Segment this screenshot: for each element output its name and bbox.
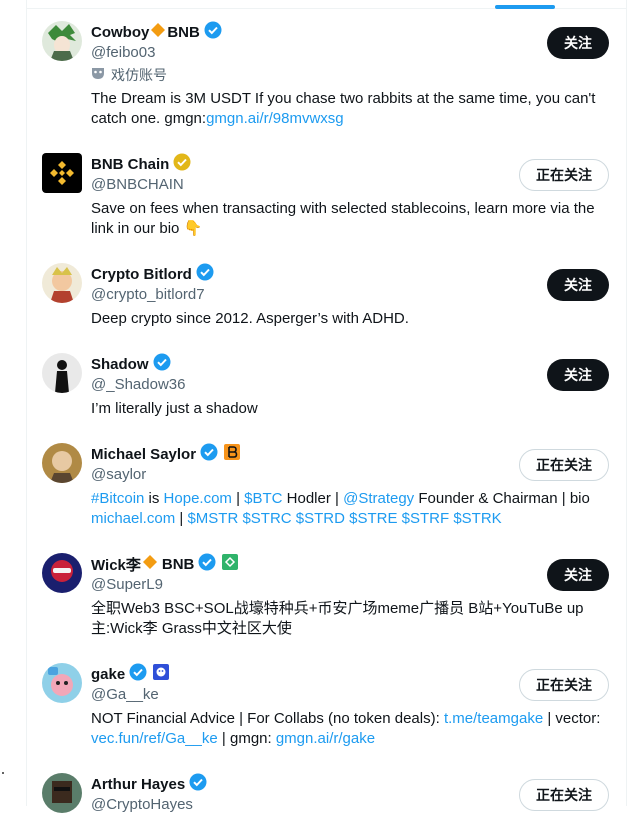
bio-mention-link[interactable]: @Strategy [343, 490, 414, 507]
user-bio: The Dream is 3M USDT If you chase two ra… [91, 89, 616, 129]
avatar[interactable] [42, 773, 82, 813]
following-button[interactable]: 正在关注 [519, 779, 609, 811]
list-item[interactable]: Arthur Hayes @CryptoHayes 正在关注 [27, 761, 626, 821]
column-border-right [626, 0, 627, 806]
user-bio: 全职Web3 BSC+SOL战壕特种兵+币安广场meme广播员 B站+YouTu… [91, 600, 584, 637]
bio-cashtag-links[interactable]: $MSTR $STRC $STRD $STRE $STRF $STRK [187, 510, 501, 527]
bio-text: | vector: [543, 710, 601, 727]
bio-text: | gmgn: [217, 730, 276, 747]
user-handle[interactable]: @crypto_bitlord7 [91, 285, 616, 305]
affiliate-logo-icon [153, 664, 170, 684]
list-item[interactable]: Cowboy BNB @feibo03 戏仿账号 The Dream is 3M… [27, 9, 626, 141]
verified-badge-icon [196, 263, 214, 285]
follow-button[interactable]: 关注 [547, 559, 609, 591]
user-bio: #Bitcoin is Hope.com | $BTC Hodler | @St… [91, 489, 616, 529]
avatar[interactable] [42, 153, 82, 193]
follow-button[interactable]: 关注 [547, 359, 609, 391]
bio-link[interactable]: gmgn.ai/r/98mvwxsg [206, 110, 344, 127]
bio-link[interactable]: vec.fun/ref/Ga__ke [91, 730, 218, 747]
bio-link[interactable]: t.me/teamgake [444, 710, 543, 727]
verified-badge-icon [129, 663, 147, 685]
display-name[interactable]: BNB Chain [91, 156, 169, 173]
bio-text: NOT Financial Advice | For Collabs (no t… [91, 710, 444, 727]
verified-badge-icon [153, 353, 171, 375]
list-item[interactable]: BNB Chain @BNBCHAIN Save on fees when tr… [27, 141, 626, 251]
bio-text: | [175, 510, 188, 527]
display-name[interactable]: gake [91, 666, 125, 683]
bio-text: Founder & Chairman | bio [414, 490, 590, 507]
bio-link[interactable]: michael.com [91, 510, 175, 527]
following-button[interactable]: 正在关注 [519, 159, 609, 191]
verified-badge-icon [200, 443, 218, 465]
avatar[interactable] [42, 663, 82, 703]
list-item[interactable]: Michael Saylor @saylor #Bitcoin is Hope.… [27, 431, 626, 541]
follow-button[interactable]: 关注 [547, 27, 609, 59]
display-name[interactable]: Michael Saylor [91, 446, 196, 463]
avatar[interactable] [42, 263, 82, 303]
avatar[interactable] [42, 443, 82, 483]
verified-badge-icon [204, 21, 222, 43]
mask-icon [91, 65, 105, 85]
display-name[interactable]: Wick李 [91, 554, 141, 575]
bio-link[interactable]: Hope.com [164, 490, 232, 507]
display-name-suffix[interactable]: BNB [167, 24, 200, 41]
follow-button[interactable]: 关注 [547, 269, 609, 301]
user-handle[interactable]: @_Shadow36 [91, 375, 616, 395]
parody-label: 戏仿账号 [111, 67, 167, 83]
display-name-suffix[interactable]: BNB [162, 556, 195, 573]
user-bio: I’m literally just a shadow [91, 400, 258, 417]
display-name[interactable]: Crypto Bitlord [91, 266, 192, 283]
bio-link[interactable]: gmgn.ai/r/gake [276, 730, 375, 747]
avatar[interactable] [42, 353, 82, 393]
bio-text: Hodler | [282, 490, 344, 507]
verified-badge-icon [189, 773, 207, 795]
user-bio: Deep crypto since 2012. Asperger’s with … [91, 310, 409, 327]
list-item[interactable]: Wick李 BNB @SuperL9 全职Web3 BSC+SOL战壕特种兵+币… [27, 541, 626, 651]
bio-text: is [144, 490, 164, 507]
display-name[interactable]: Arthur Hayes [91, 776, 185, 793]
user-bio: Save on fees when transacting with selec… [91, 200, 595, 237]
bnb-diamond-icon [142, 554, 158, 574]
affiliate-logo-icon [224, 444, 241, 464]
following-button[interactable]: 正在关注 [519, 669, 609, 701]
following-button[interactable]: 正在关注 [519, 449, 609, 481]
list-item[interactable]: gake @Ga__ke NOT Financial Advice | For … [27, 651, 626, 761]
avatar[interactable] [42, 553, 82, 593]
user-bio: NOT Financial Advice | For Collabs (no t… [91, 709, 616, 749]
bio-hashtag-link[interactable]: #Bitcoin [91, 490, 144, 507]
bio-cashtag-link[interactable]: $BTC [244, 490, 282, 507]
bio-text: | [231, 490, 245, 507]
affiliate-logo-icon [222, 554, 239, 574]
display-name[interactable]: Shadow [91, 356, 149, 373]
stray-dot [2, 772, 4, 774]
verified-badge-icon [198, 553, 216, 575]
list-item[interactable]: Crypto Bitlord @crypto_bitlord7 Deep cry… [27, 251, 626, 341]
list-item[interactable]: Shadow @_Shadow36 I’m literally just a s… [27, 341, 626, 431]
user-handle[interactable]: @feibo03 [91, 43, 616, 63]
display-name[interactable]: Cowboy [91, 24, 149, 41]
user-handle[interactable]: @SuperL9 [91, 575, 616, 595]
following-list: Cowboy BNB @feibo03 戏仿账号 The Dream is 3M… [27, 9, 626, 821]
avatar[interactable] [42, 21, 82, 61]
gold-verified-badge-icon [173, 153, 191, 175]
bnb-diamond-icon [150, 22, 166, 42]
